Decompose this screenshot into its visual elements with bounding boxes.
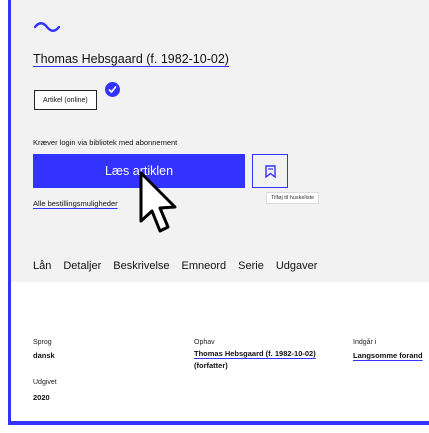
published-value: 2020 (33, 393, 50, 402)
tab-laan[interactable]: Lån (33, 260, 51, 272)
material-type-chip[interactable]: Artikel (online) (34, 90, 97, 110)
work-page-frame: Thomas Hebsgaard (f. 1982-10-02) Artikel… (8, 0, 429, 425)
all-order-options-link[interactable]: Alle bestillingsmuligheder (33, 199, 118, 208)
checkmark-icon (105, 82, 120, 97)
published-label: Udgivet (33, 379, 57, 386)
part-of-label: Indgår i (353, 339, 377, 346)
bookmark-button[interactable] (252, 154, 288, 188)
tab-beskrivelse[interactable]: Beskrivelse (113, 260, 169, 272)
author-link[interactable]: Thomas Hebsgaard (f. 1982-10-02) (33, 52, 229, 66)
creator-role: (forfatter) (194, 361, 228, 370)
language-value: dansk (33, 351, 55, 360)
tab-detaljer[interactable]: Detaljer (63, 260, 101, 272)
tab-serie[interactable]: Serie (238, 260, 264, 272)
mouse-pointer-icon (139, 171, 177, 233)
section-tabs: Lån Detaljer Beskrivelse Emneord Serie U… (33, 260, 329, 272)
creator-value: Thomas Hebsgaard (f. 1982-10-02) (forfat… (194, 348, 334, 372)
details-section: Sprog dansk Ophav Thomas Hebsgaard (f. 1… (11, 282, 429, 421)
tab-emneord[interactable]: Emneord (182, 260, 227, 272)
bookmark-tooltip: Tilføj til huskeliste (266, 192, 320, 204)
language-label: Sprog (33, 339, 52, 346)
tab-udgaver[interactable]: Udgaver (276, 260, 318, 272)
bookmark-icon (265, 165, 276, 178)
wave-logo-icon (33, 22, 61, 32)
hero-section: Thomas Hebsgaard (f. 1982-10-02) Artikel… (11, 0, 429, 282)
login-requirement-note: Kræver login via bibliotek med abonnemen… (33, 138, 178, 147)
creator-link[interactable]: Thomas Hebsgaard (f. 1982-10-02) (194, 349, 316, 358)
creator-label: Ophav (194, 339, 215, 346)
part-of-link[interactable]: Langsomme forand (353, 351, 423, 360)
